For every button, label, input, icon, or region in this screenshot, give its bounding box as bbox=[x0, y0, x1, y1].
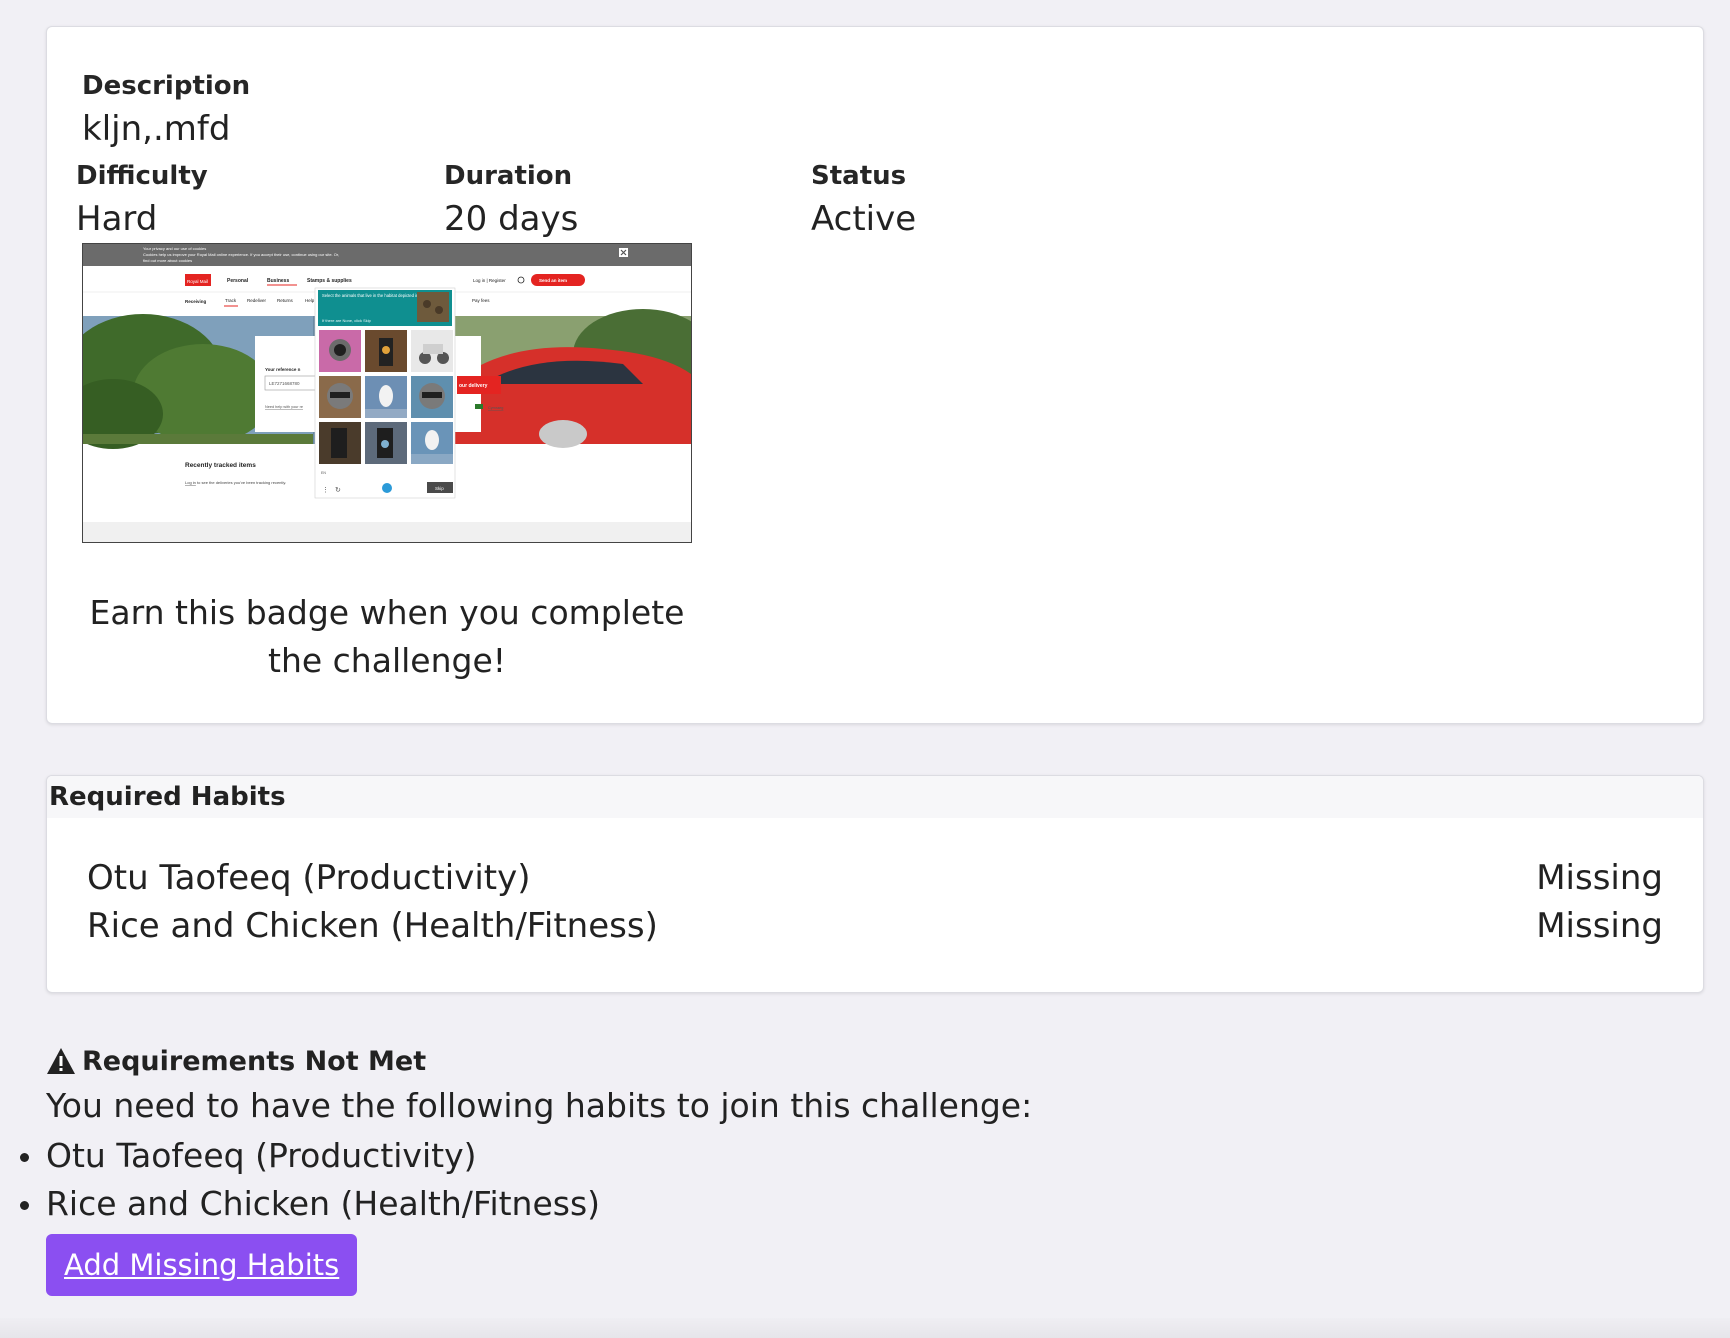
svg-text:Royal Mail: Royal Mail bbox=[187, 279, 208, 284]
required-habits-header: Required Habits bbox=[47, 776, 1703, 818]
habit-status: Missing bbox=[1536, 858, 1663, 898]
svg-text:Help: Help bbox=[305, 298, 315, 303]
svg-text:Your reference n: Your reference n bbox=[265, 367, 301, 372]
svg-text:Returns: Returns bbox=[277, 298, 294, 303]
svg-text:Pay fees: Pay fees bbox=[472, 298, 490, 303]
requirements-alert: Requirements Not Met You need to have th… bbox=[20, 1044, 1646, 1296]
svg-text:Receiving: Receiving bbox=[185, 299, 207, 304]
svg-text:Skip: Skip bbox=[435, 486, 444, 491]
habit-row: Rice and Chicken (Health/Fitness) Missin… bbox=[87, 906, 1663, 952]
badge-image: Your privacy and our use of cookies Cook… bbox=[82, 243, 692, 543]
svg-text:EN: EN bbox=[321, 471, 326, 475]
page-bottom-edge bbox=[0, 1318, 1730, 1338]
status-value: Active bbox=[811, 199, 917, 239]
svg-text:Your privacy and our use of co: Your privacy and our use of cookies bbox=[143, 246, 206, 251]
svg-text:↻: ↻ bbox=[335, 487, 341, 494]
svg-text:our delivery: our delivery bbox=[459, 383, 488, 389]
habit-name: Rice and Chicken (Health/Fitness) bbox=[87, 906, 658, 946]
duration-label: Duration bbox=[444, 161, 573, 191]
svg-text:Personal: Personal bbox=[227, 278, 249, 284]
svg-text:Log in to see the deliveries y: Log in to see the deliveries you've been… bbox=[185, 480, 286, 485]
svg-text:Business: Business bbox=[267, 278, 289, 284]
svg-text:Send an item: Send an item bbox=[539, 278, 567, 283]
status-label: Status bbox=[811, 161, 907, 191]
difficulty-label: Difficulty bbox=[76, 161, 208, 191]
missing-habits-list: Otu Taofeeq (Productivity) Rice and Chic… bbox=[20, 1132, 1646, 1228]
requirements-message: You need to have the following habits to… bbox=[46, 1086, 1033, 1125]
habit-name: Otu Taofeeq (Productivity) bbox=[87, 858, 531, 898]
habit-status: Missing bbox=[1536, 906, 1663, 946]
svg-text:Cymraeg: Cymraeg bbox=[488, 406, 503, 410]
habit-row: Otu Taofeeq (Productivity) Missing bbox=[87, 858, 1663, 904]
svg-text:Track: Track bbox=[225, 298, 237, 303]
svg-text:LE7271668780: LE7271668780 bbox=[269, 381, 300, 386]
svg-text:Need help with your re: Need help with your re bbox=[265, 405, 303, 409]
difficulty-value: Hard bbox=[76, 199, 158, 239]
svg-text:Cookies help us improve your R: Cookies help us improve your Royal Mail … bbox=[143, 252, 339, 257]
requirements-title: Requirements Not Met bbox=[82, 1045, 427, 1077]
required-habits-card: Required Habits Otu Taofeeq (Productivit… bbox=[46, 775, 1704, 993]
description-value: kljn,.mfd bbox=[82, 109, 231, 149]
warning-icon bbox=[47, 1048, 75, 1074]
svg-text:If there are None, click Skip: If there are None, click Skip bbox=[322, 318, 372, 323]
svg-text:Recently tracked items: Recently tracked items bbox=[185, 462, 256, 469]
svg-text:Redeliver: Redeliver bbox=[247, 298, 267, 303]
svg-text:find out more about cookies: find out more about cookies bbox=[143, 258, 192, 263]
svg-text:⋮: ⋮ bbox=[322, 487, 329, 494]
duration-value: 20 days bbox=[444, 199, 579, 239]
description-label: Description bbox=[82, 71, 251, 101]
challenge-details-card: Description kljn,.mfd Difficulty Hard Du… bbox=[46, 26, 1704, 724]
badge-caption: Earn this badge when you complete the ch… bbox=[89, 593, 685, 680]
svg-text:Stamps & supplies: Stamps & supplies bbox=[307, 278, 352, 284]
add-missing-habits-button[interactable]: Add Missing Habits bbox=[46, 1234, 358, 1296]
svg-text:Log in | Register: Log in | Register bbox=[473, 278, 506, 283]
list-item: Otu Taofeeq (Productivity) bbox=[20, 1132, 1646, 1180]
list-item: Rice and Chicken (Health/Fitness) bbox=[20, 1180, 1646, 1228]
requirements-title-row: Requirements Not Met bbox=[46, 1044, 1646, 1078]
